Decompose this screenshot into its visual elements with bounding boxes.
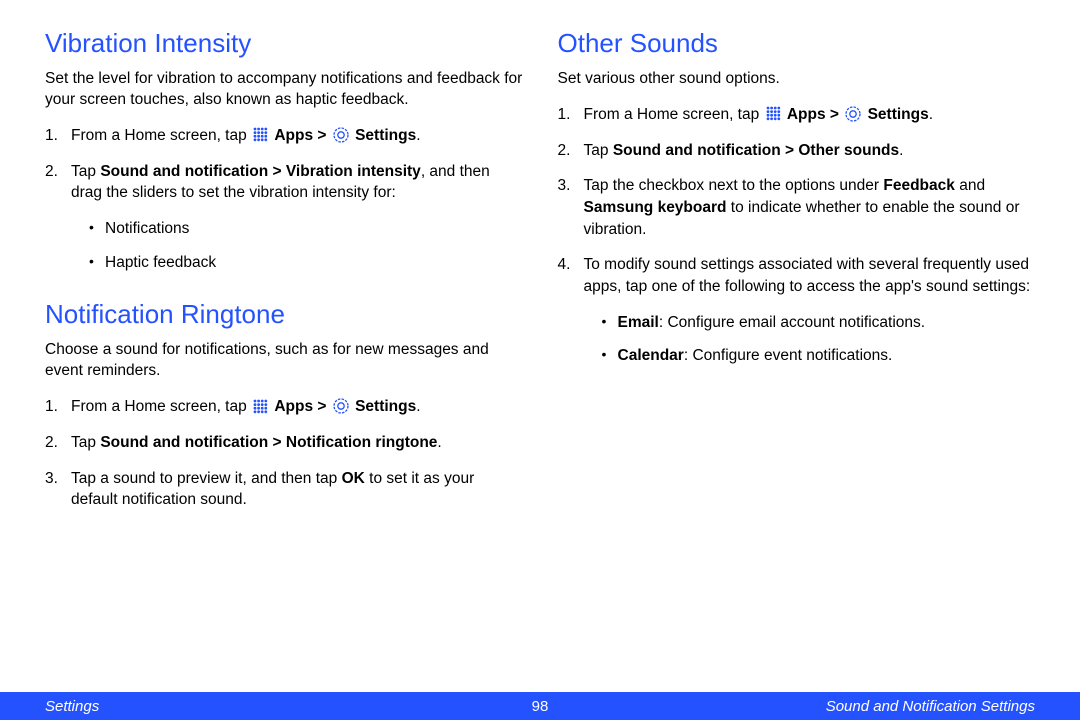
bold: Sound and notification > Notification ri… bbox=[100, 434, 437, 451]
bold: Samsung keyboard bbox=[584, 199, 727, 216]
settings-label: Settings bbox=[355, 127, 416, 144]
bullet-haptic-feedback: Haptic feedback bbox=[89, 252, 523, 274]
text: : Configure event notifications. bbox=[684, 347, 893, 364]
bold: Sound and notification > Other sounds bbox=[613, 142, 899, 159]
gear-icon bbox=[845, 106, 861, 122]
step-1: From a Home screen, tap Apps > Settings. bbox=[45, 396, 523, 418]
intro-text: Choose a sound for notifications, such a… bbox=[45, 340, 523, 382]
heading-other-sounds: Other Sounds bbox=[558, 28, 1036, 59]
step-2: Tap Sound and notification > Vibration i… bbox=[45, 161, 523, 274]
text: : Configure email account notifications. bbox=[659, 314, 925, 331]
intro-text: Set the level for vibration to accompany… bbox=[45, 69, 523, 111]
notification-ringtone-section: Notification Ringtone Choose a sound for… bbox=[45, 299, 523, 511]
text: From a Home screen, tap bbox=[71, 127, 251, 144]
text: . bbox=[416, 398, 420, 415]
text: Tap bbox=[584, 142, 613, 159]
step-3: Tap a sound to preview it, and then tap … bbox=[45, 468, 523, 511]
text: and bbox=[955, 177, 985, 194]
text: Tap bbox=[71, 163, 100, 180]
bold: OK bbox=[342, 470, 365, 487]
vibration-intensity-section: Vibration Intensity Set the level for vi… bbox=[45, 28, 523, 273]
text: Tap the checkbox next to the options und… bbox=[584, 177, 884, 194]
apps-grid-icon bbox=[253, 127, 268, 142]
step-1: From a Home screen, tap Apps > Settings. bbox=[558, 104, 1036, 126]
gear-icon bbox=[333, 127, 349, 143]
footer-left: Settings bbox=[45, 698, 99, 715]
step-4: To modify sound settings associated with… bbox=[558, 254, 1036, 367]
text: . bbox=[899, 142, 903, 159]
page-footer: Settings 98 Sound and Notification Setti… bbox=[0, 692, 1080, 720]
bold: Calendar bbox=[618, 347, 684, 364]
apps-label: Apps > bbox=[274, 127, 330, 144]
intro-text: Set various other sound options. bbox=[558, 69, 1036, 90]
bullet-list: Notifications Haptic feedback bbox=[89, 218, 523, 273]
steps-list: From a Home screen, tap Apps > Settings.… bbox=[558, 104, 1036, 367]
heading-vibration-intensity: Vibration Intensity bbox=[45, 28, 523, 59]
bullet-calendar: Calendar: Configure event notifications. bbox=[602, 345, 1036, 367]
text: From a Home screen, tap bbox=[584, 106, 764, 123]
bold: Sound and notification > Vibration inten… bbox=[100, 163, 421, 180]
apps-grid-icon bbox=[766, 106, 781, 121]
other-sounds-section: Other Sounds Set various other sound opt… bbox=[558, 28, 1036, 367]
text: . bbox=[416, 127, 420, 144]
step-3: Tap the checkbox next to the options und… bbox=[558, 175, 1036, 240]
apps-label: Apps > bbox=[787, 106, 843, 123]
text: Tap a sound to preview it, and then tap bbox=[71, 470, 342, 487]
bullet-list: Email: Configure email account notificat… bbox=[602, 312, 1036, 367]
bold: Email bbox=[618, 314, 659, 331]
text: . bbox=[929, 106, 933, 123]
settings-label: Settings bbox=[355, 398, 416, 415]
left-column: Vibration Intensity Set the level for vi… bbox=[45, 28, 523, 692]
text: . bbox=[437, 434, 441, 451]
page-number: 98 bbox=[532, 698, 549, 715]
steps-list: From a Home screen, tap Apps > Settings.… bbox=[45, 396, 523, 511]
bullet-notifications: Notifications bbox=[89, 218, 523, 240]
page-content: Vibration Intensity Set the level for vi… bbox=[0, 0, 1080, 692]
steps-list: From a Home screen, tap Apps > Settings.… bbox=[45, 125, 523, 273]
text: From a Home screen, tap bbox=[71, 398, 251, 415]
heading-notification-ringtone: Notification Ringtone bbox=[45, 299, 523, 330]
bullet-email: Email: Configure email account notificat… bbox=[602, 312, 1036, 334]
apps-label: Apps > bbox=[274, 398, 330, 415]
text: To modify sound settings associated with… bbox=[584, 256, 1031, 295]
bold: Feedback bbox=[883, 177, 955, 194]
right-column: Other Sounds Set various other sound opt… bbox=[558, 28, 1036, 692]
apps-grid-icon bbox=[253, 399, 268, 414]
text: Tap bbox=[71, 434, 100, 451]
footer-right: Sound and Notification Settings bbox=[826, 698, 1035, 715]
step-1: From a Home screen, tap Apps > Settings. bbox=[45, 125, 523, 147]
settings-label: Settings bbox=[868, 106, 929, 123]
gear-icon bbox=[333, 398, 349, 414]
step-2: Tap Sound and notification > Other sound… bbox=[558, 140, 1036, 162]
step-2: Tap Sound and notification > Notificatio… bbox=[45, 432, 523, 454]
